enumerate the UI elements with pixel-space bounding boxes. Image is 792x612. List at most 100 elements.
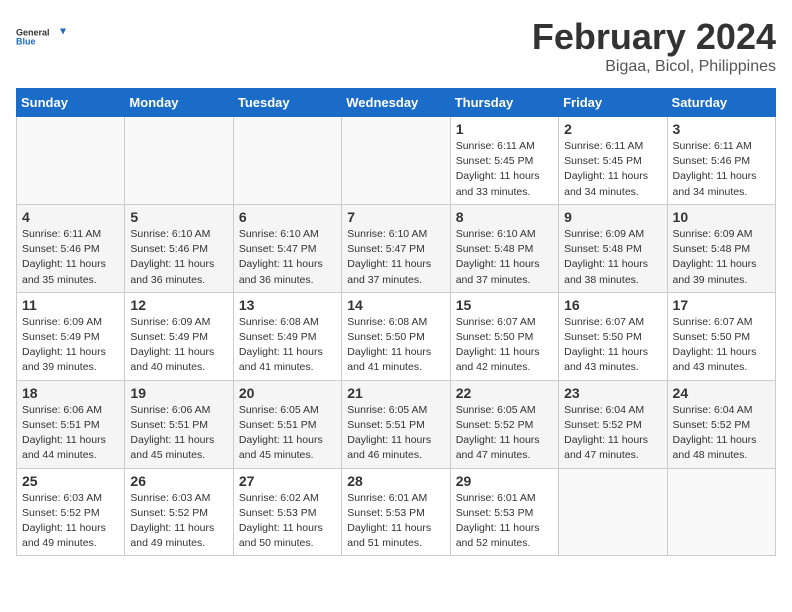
calendar-cell: 12 Sunrise: 6:09 AMSunset: 5:49 PMDayligh… (125, 292, 233, 380)
day-info: Sunrise: 6:11 AMSunset: 5:46 PMDaylight:… (22, 227, 119, 288)
calendar-table: SundayMondayTuesdayWednesdayThursdayFrid… (16, 88, 776, 556)
day-info: Sunrise: 6:09 AMSunset: 5:48 PMDaylight:… (564, 227, 661, 288)
week-row-5: 25 Sunrise: 6:03 AMSunset: 5:52 PMDayligh… (17, 468, 776, 556)
calendar-cell: 2 Sunrise: 6:11 AMSunset: 5:45 PMDaylight… (559, 117, 667, 205)
day-info: Sunrise: 6:11 AMSunset: 5:46 PMDaylight:… (673, 139, 770, 200)
day-number: 8 (456, 209, 553, 225)
svg-text:Blue: Blue (16, 37, 36, 47)
day-number: 18 (22, 385, 119, 401)
main-title: February 2024 (532, 16, 776, 58)
calendar-cell: 4 Sunrise: 6:11 AMSunset: 5:46 PMDaylight… (17, 204, 125, 292)
day-info: Sunrise: 6:02 AMSunset: 5:53 PMDaylight:… (239, 491, 336, 552)
day-info: Sunrise: 6:05 AMSunset: 5:51 PMDaylight:… (347, 403, 444, 464)
day-info: Sunrise: 6:08 AMSunset: 5:50 PMDaylight:… (347, 315, 444, 376)
day-number: 9 (564, 209, 661, 225)
day-info: Sunrise: 6:07 AMSunset: 5:50 PMDaylight:… (673, 315, 770, 376)
day-number: 25 (22, 473, 119, 489)
day-info: Sunrise: 6:10 AMSunset: 5:46 PMDaylight:… (130, 227, 227, 288)
day-number: 5 (130, 209, 227, 225)
day-number: 3 (673, 121, 770, 137)
day-number: 26 (130, 473, 227, 489)
calendar-cell: 25 Sunrise: 6:03 AMSunset: 5:52 PMDayligh… (17, 468, 125, 556)
col-header-saturday: Saturday (667, 89, 775, 117)
day-info: Sunrise: 6:03 AMSunset: 5:52 PMDaylight:… (130, 491, 227, 552)
day-number: 4 (22, 209, 119, 225)
day-info: Sunrise: 6:05 AMSunset: 5:51 PMDaylight:… (239, 403, 336, 464)
header: General Blue February 2024 Bigaa, Bicol,… (16, 16, 776, 76)
calendar-cell: 15 Sunrise: 6:07 AMSunset: 5:50 PMDayligh… (450, 292, 558, 380)
calendar-cell: 10Sunrise: 6:09 AMSunset: 5:48 PMDayligh… (667, 204, 775, 292)
day-info: Sunrise: 6:07 AMSunset: 5:50 PMDaylight:… (564, 315, 661, 376)
calendar-cell: 27Sunrise: 6:02 AMSunset: 5:53 PMDayligh… (233, 468, 341, 556)
week-row-3: 11 Sunrise: 6:09 AMSunset: 5:49 PMDayligh… (17, 292, 776, 380)
calendar-cell: 18 Sunrise: 6:06 AMSunset: 5:51 PMDayligh… (17, 380, 125, 468)
calendar-cell: 19 Sunrise: 6:06 AMSunset: 5:51 PMDayligh… (125, 380, 233, 468)
day-info: Sunrise: 6:10 AMSunset: 5:48 PMDaylight:… (456, 227, 553, 288)
day-number: 14 (347, 297, 444, 313)
day-number: 22 (456, 385, 553, 401)
calendar-cell: 1 Sunrise: 6:11 AMSunset: 5:45 PMDaylight… (450, 117, 558, 205)
calendar-cell (17, 117, 125, 205)
col-header-sunday: Sunday (17, 89, 125, 117)
day-number: 6 (239, 209, 336, 225)
calendar-cell: 28Sunrise: 6:01 AMSunset: 5:53 PMDayligh… (342, 468, 450, 556)
day-number: 13 (239, 297, 336, 313)
day-info: Sunrise: 6:11 AMSunset: 5:45 PMDaylight:… (564, 139, 661, 200)
calendar-cell: 9 Sunrise: 6:09 AMSunset: 5:48 PMDaylight… (559, 204, 667, 292)
week-row-4: 18 Sunrise: 6:06 AMSunset: 5:51 PMDayligh… (17, 380, 776, 468)
col-header-thursday: Thursday (450, 89, 558, 117)
day-number: 7 (347, 209, 444, 225)
day-info: Sunrise: 6:01 AMSunset: 5:53 PMDaylight:… (456, 491, 553, 552)
col-header-friday: Friday (559, 89, 667, 117)
calendar-cell: 16Sunrise: 6:07 AMSunset: 5:50 PMDayligh… (559, 292, 667, 380)
day-info: Sunrise: 6:01 AMSunset: 5:53 PMDaylight:… (347, 491, 444, 552)
day-info: Sunrise: 6:04 AMSunset: 5:52 PMDaylight:… (673, 403, 770, 464)
calendar-cell: 17 Sunrise: 6:07 AMSunset: 5:50 PMDayligh… (667, 292, 775, 380)
calendar-cell (125, 117, 233, 205)
calendar-cell: 14 Sunrise: 6:08 AMSunset: 5:50 PMDayligh… (342, 292, 450, 380)
day-number: 21 (347, 385, 444, 401)
day-number: 12 (130, 297, 227, 313)
day-info: Sunrise: 6:03 AMSunset: 5:52 PMDaylight:… (22, 491, 119, 552)
calendar-cell: 11 Sunrise: 6:09 AMSunset: 5:49 PMDayligh… (17, 292, 125, 380)
calendar-cell (342, 117, 450, 205)
col-header-monday: Monday (125, 89, 233, 117)
logo-svg: General Blue (16, 16, 66, 58)
calendar-cell: 6 Sunrise: 6:10 AMSunset: 5:47 PMDaylight… (233, 204, 341, 292)
day-info: Sunrise: 6:09 AMSunset: 5:49 PMDaylight:… (130, 315, 227, 376)
col-header-tuesday: Tuesday (233, 89, 341, 117)
week-row-1: 1 Sunrise: 6:11 AMSunset: 5:45 PMDaylight… (17, 117, 776, 205)
calendar-cell: 22Sunrise: 6:05 AMSunset: 5:52 PMDayligh… (450, 380, 558, 468)
calendar-cell: 26 Sunrise: 6:03 AMSunset: 5:52 PMDayligh… (125, 468, 233, 556)
day-info: Sunrise: 6:10 AMSunset: 5:47 PMDaylight:… (239, 227, 336, 288)
day-number: 1 (456, 121, 553, 137)
calendar-cell: 21 Sunrise: 6:05 AMSunset: 5:51 PMDayligh… (342, 380, 450, 468)
day-info: Sunrise: 6:08 AMSunset: 5:49 PMDaylight:… (239, 315, 336, 376)
calendar-cell: 24Sunrise: 6:04 AMSunset: 5:52 PMDayligh… (667, 380, 775, 468)
calendar-cell (559, 468, 667, 556)
day-info: Sunrise: 6:11 AMSunset: 5:45 PMDaylight:… (456, 139, 553, 200)
week-row-2: 4 Sunrise: 6:11 AMSunset: 5:46 PMDaylight… (17, 204, 776, 292)
day-info: Sunrise: 6:09 AMSunset: 5:49 PMDaylight:… (22, 315, 119, 376)
calendar-cell: 5 Sunrise: 6:10 AMSunset: 5:46 PMDaylight… (125, 204, 233, 292)
day-number: 11 (22, 297, 119, 313)
calendar-cell: 8 Sunrise: 6:10 AMSunset: 5:48 PMDaylight… (450, 204, 558, 292)
sub-title: Bigaa, Bicol, Philippines (532, 58, 776, 76)
calendar-cell: 20 Sunrise: 6:05 AMSunset: 5:51 PMDayligh… (233, 380, 341, 468)
day-info: Sunrise: 6:10 AMSunset: 5:47 PMDaylight:… (347, 227, 444, 288)
calendar-cell: 7 Sunrise: 6:10 AMSunset: 5:47 PMDaylight… (342, 204, 450, 292)
col-header-wednesday: Wednesday (342, 89, 450, 117)
day-number: 15 (456, 297, 553, 313)
day-number: 19 (130, 385, 227, 401)
day-info: Sunrise: 6:06 AMSunset: 5:51 PMDaylight:… (130, 403, 227, 464)
day-info: Sunrise: 6:04 AMSunset: 5:52 PMDaylight:… (564, 403, 661, 464)
day-number: 20 (239, 385, 336, 401)
calendar-cell: 13 Sunrise: 6:08 AMSunset: 5:49 PMDayligh… (233, 292, 341, 380)
day-number: 2 (564, 121, 661, 137)
calendar-cell: 3 Sunrise: 6:11 AMSunset: 5:46 PMDaylight… (667, 117, 775, 205)
calendar-cell: 29Sunrise: 6:01 AMSunset: 5:53 PMDayligh… (450, 468, 558, 556)
day-info: Sunrise: 6:07 AMSunset: 5:50 PMDaylight:… (456, 315, 553, 376)
day-number: 17 (673, 297, 770, 313)
day-number: 10 (673, 209, 770, 225)
day-info: Sunrise: 6:06 AMSunset: 5:51 PMDaylight:… (22, 403, 119, 464)
